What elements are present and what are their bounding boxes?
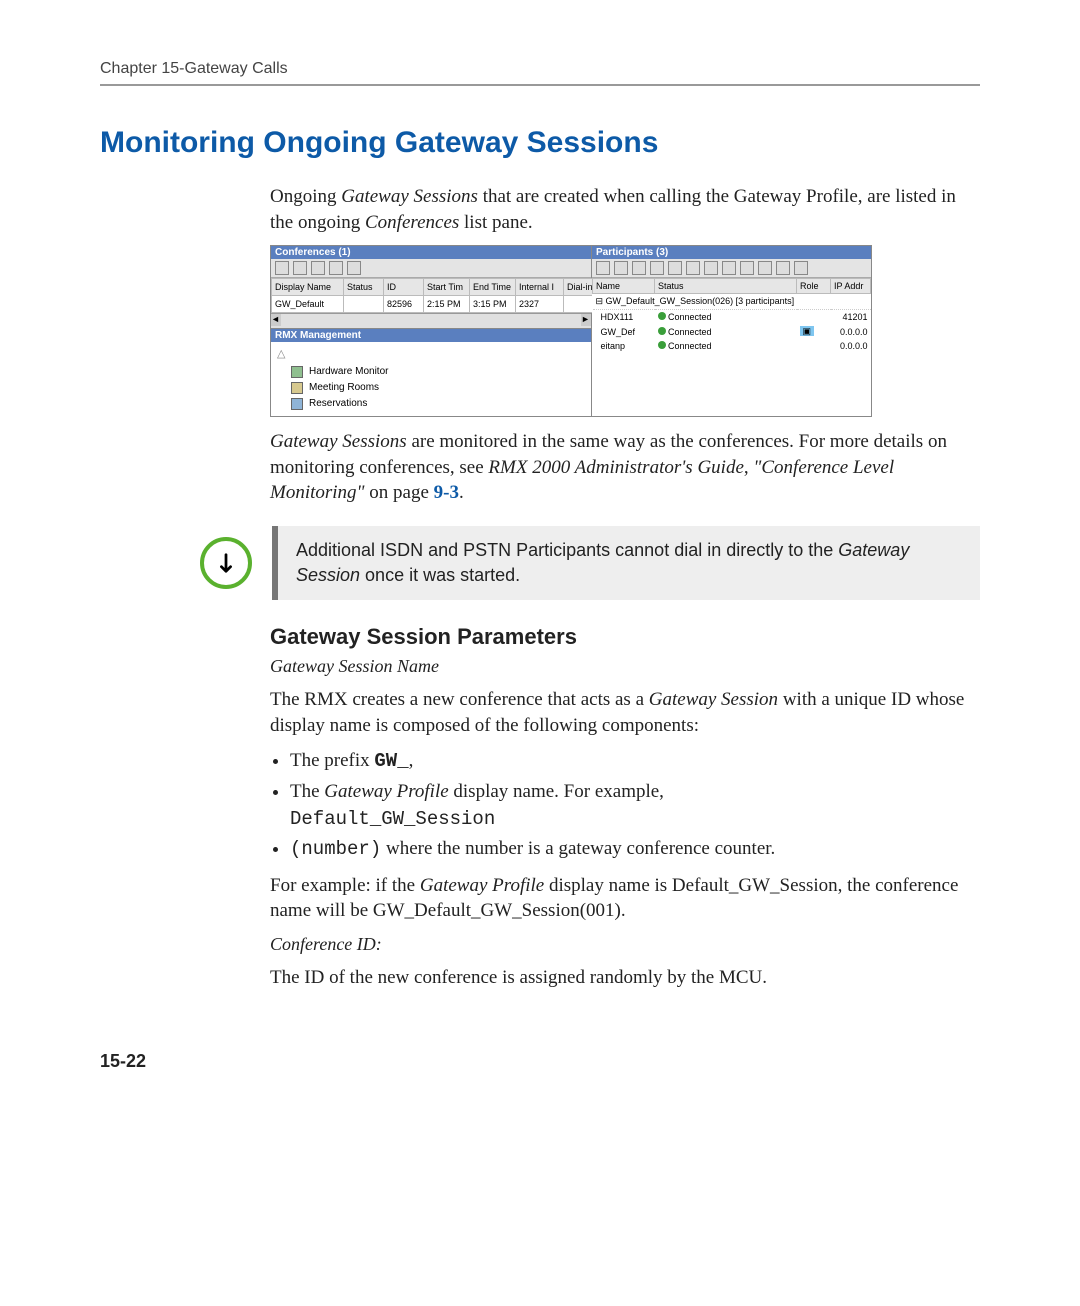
toolbar-icon[interactable] [704,261,718,275]
header-rule [100,84,980,86]
table-header-row: Name Status Role IP Addr [593,279,871,294]
list-item: The prefix GW_, [290,748,980,775]
meeting-icon [291,382,303,394]
toolbar-icon[interactable] [614,261,628,275]
status-icon [658,312,666,320]
list-item: (number) where the number is a gateway c… [290,836,980,863]
note-block: Additional ISDN and PSTN Participants ca… [200,526,980,600]
participants-pane-title: Participants (3) [592,246,871,259]
toolbar-icon[interactable] [596,261,610,275]
participant-group-row[interactable]: ⊟ GW_Default_GW_Session(026) [3 particip… [593,294,871,310]
participants-table: Name Status Role IP Addr ⊟ GW_Default_GW… [592,278,871,353]
toolbar-icon[interactable] [311,261,325,275]
role-icon: ▣ [800,326,815,336]
toolbar-icon[interactable] [740,261,754,275]
tree-item[interactable]: Hardware Monitor [277,364,585,380]
status-icon [658,341,666,349]
conferences-table: Display Name Status ID Start Tim End Tim… [271,278,602,313]
status-icon [658,327,666,335]
toolbar-icon[interactable] [722,261,736,275]
toolbar-icon[interactable] [668,261,682,275]
page-reference-link[interactable]: 9-3 [434,482,459,503]
rmx-management-title: RMX Management [271,329,591,342]
tree-item[interactable]: Reservations [277,396,585,412]
conference-id-paragraph: The ID of the new conference is assigned… [270,965,980,991]
chapter-header: Chapter 15-Gateway Calls [100,60,980,78]
toolbar-icon[interactable] [650,261,664,275]
list-item: The Gateway Profile display name. For ex… [290,779,980,832]
toolbar-icon[interactable] [293,261,307,275]
reservations-icon [291,398,303,410]
conferences-toolbar [271,259,591,278]
section-title: Monitoring Ongoing Gateway Sessions [100,126,980,160]
toolbar-icon[interactable] [275,261,289,275]
toolbar-icon[interactable] [776,261,790,275]
note-icon [200,537,252,589]
hardware-icon [291,366,303,378]
tree-item[interactable]: Meeting Rooms [277,380,585,396]
toolbar-icon[interactable] [758,261,772,275]
conference-id-title: Conference ID: [270,934,980,955]
gsname-paragraph: The RMX creates a new conference that ac… [270,687,980,738]
after-screenshot-paragraph: Gateway Sessions are monitored in the sa… [270,429,980,506]
participant-row[interactable]: HDX111 Connected 41201 [593,310,871,325]
rmx-tree: △ Hardware Monitor Meeting Rooms Reserva… [271,342,591,416]
toolbar-icon[interactable] [686,261,700,275]
page-number: 15-22 [100,1051,980,1072]
toolbar-icon[interactable] [632,261,646,275]
toolbar-icon[interactable] [794,261,808,275]
conferences-pane-title: Conferences (1) [271,246,591,259]
participants-toolbar [592,259,871,278]
toolbar-icon[interactable] [347,261,361,275]
participant-row[interactable]: eitanp Connected 0.0.0.0 [593,339,871,353]
note-text: Additional ISDN and PSTN Participants ca… [272,526,980,600]
participant-row[interactable]: GW_Def Connected ▣ 0.0.0.0 [593,324,871,339]
gateway-session-name-title: Gateway Session Name [270,656,980,677]
components-list: The prefix GW_, The Gateway Profile disp… [270,748,980,862]
table-row[interactable]: GW_Default 82596 2:15 PM 3:15 PM 2327 [272,296,602,313]
horizontal-scrollbar[interactable]: ◄► [271,313,591,328]
intro-paragraph: Ongoing Gateway Sessions that are create… [270,184,980,235]
table-header-row: Display Name Status ID Start Tim End Tim… [272,279,602,296]
example-paragraph: For example: if the Gateway Profile disp… [270,873,980,924]
subheading: Gateway Session Parameters [270,624,980,650]
screenshot-figure: Conferences (1) Display Name Status [270,245,872,417]
toolbar-icon[interactable] [329,261,343,275]
